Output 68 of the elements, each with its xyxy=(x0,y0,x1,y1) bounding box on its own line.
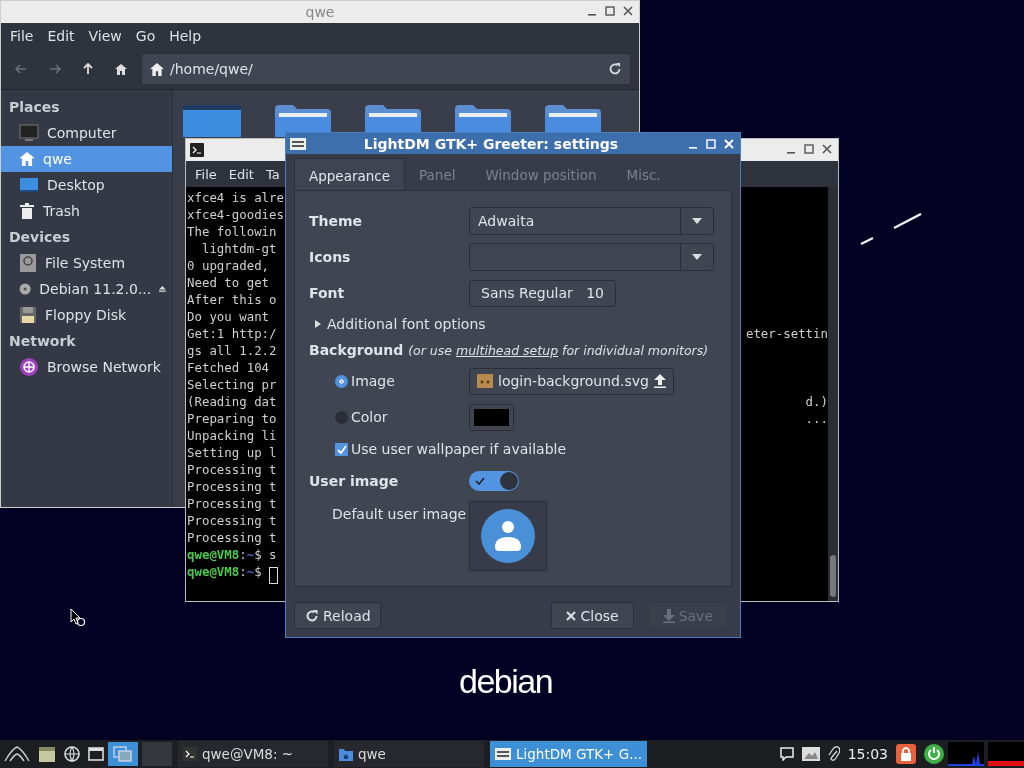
terminal-line: 0 upgraded, xyxy=(187,257,270,274)
field-label: Default user image xyxy=(331,506,468,522)
sidebar-item[interactable]: Desktop xyxy=(1,172,172,198)
terminal-line: Processing t xyxy=(187,495,277,512)
logo-text: debian xyxy=(459,662,553,701)
field-label: Theme xyxy=(309,213,364,229)
location-field[interactable]: /home/qwe/ xyxy=(141,53,631,85)
field-label: Icons xyxy=(309,249,352,265)
terminal-line: (Reading dat xyxy=(187,393,277,410)
menu-item[interactable]: Edit xyxy=(40,28,82,44)
multihead-link[interactable]: multihead setup xyxy=(456,342,559,358)
sidebar-item[interactable]: Computer xyxy=(1,120,172,146)
sidebar-item[interactable]: Trash xyxy=(1,198,172,224)
menu-item[interactable]: View xyxy=(81,28,129,44)
sidebar-heading: Network xyxy=(8,332,77,351)
terminal-line: Fetched 104 xyxy=(187,359,270,376)
section-heading: User image xyxy=(309,473,400,489)
terminal-line: Processing t xyxy=(187,529,277,546)
dialog-button[interactable]: Reload xyxy=(294,602,381,629)
sidebar-item[interactable]: Browse Network xyxy=(1,354,172,380)
terminal-line: lightdm-gt xyxy=(200,240,277,257)
menu-item[interactable]: Go xyxy=(128,28,163,44)
terminal-line: Need to get xyxy=(187,274,270,291)
tab[interactable]: Appearance xyxy=(294,158,406,190)
terminal-line: eter-settin xyxy=(745,325,828,342)
taskbar-button[interactable]: qwe xyxy=(334,741,484,767)
theme-dropdown[interactable]: Adwaita xyxy=(469,207,714,235)
section-heading: Background xyxy=(309,342,404,358)
terminal-line: Selecting pr xyxy=(187,376,277,393)
terminal-line: xfce4 is alre xyxy=(187,189,284,206)
terminal-line: After this o xyxy=(187,291,277,308)
background-note: (or use multihead setup for individual monitors) xyxy=(408,342,709,358)
font-button[interactable]: Sans Regular 10 xyxy=(469,279,616,307)
clock[interactable]: 15:03 xyxy=(847,746,888,762)
terminal-line: The followin xyxy=(187,223,277,240)
field-label: Font xyxy=(309,285,346,301)
sidebar-heading: Places xyxy=(8,98,61,117)
terminal-line: Processing t xyxy=(187,512,277,529)
wallpaper-checkbox[interactable]: Use user wallpaper if available xyxy=(335,441,567,457)
terminal-line: gs all 1.2.2 xyxy=(187,342,277,359)
taskbar-button[interactable]: qwe@VM8: ~ xyxy=(178,741,328,767)
window-title: LightDM GTK+ Greeter: settings xyxy=(362,135,620,152)
sidebar-item[interactable]: File System xyxy=(1,250,172,276)
menu-item[interactable]: Help xyxy=(162,28,209,44)
terminal-line: Do you want xyxy=(187,308,270,325)
color-radio[interactable]: Color xyxy=(335,409,469,425)
terminal-line: xfce4-goodies xyxy=(187,206,284,223)
file-chooser-button[interactable]: login-background.svg xyxy=(469,367,674,395)
terminal-line: d.) xyxy=(805,393,828,410)
sidebar-item[interactable]: Debian 11.2.0... xyxy=(1,276,172,302)
menu-item[interactable]: Ta xyxy=(259,166,286,182)
sidebar-heading: Devices xyxy=(8,228,72,247)
sidebar-item[interactable]: Floppy Disk xyxy=(1,302,172,328)
terminal-prompt: qwe@VM8:~$ s xyxy=(187,546,277,563)
terminal-line: Processing t xyxy=(187,461,277,478)
menu-item[interactable]: Edit xyxy=(222,166,260,182)
window-title: qwe xyxy=(305,4,335,20)
terminal-line: Unpacking li xyxy=(187,427,277,444)
terminal-line: Setting up l xyxy=(187,444,277,461)
terminal-line: Processing t xyxy=(187,478,277,495)
terminal-line: Get:1 http:/ xyxy=(187,325,277,342)
terminal-line: ... xyxy=(805,410,828,427)
menu-item[interactable]: File xyxy=(189,166,223,182)
menu-item[interactable]: File xyxy=(3,28,41,44)
expander[interactable]: Additional font options xyxy=(309,311,715,337)
dialog-button[interactable]: Close xyxy=(551,602,634,629)
terminal-line: Preparing to xyxy=(187,410,277,427)
image-radio[interactable]: Image xyxy=(335,373,469,389)
